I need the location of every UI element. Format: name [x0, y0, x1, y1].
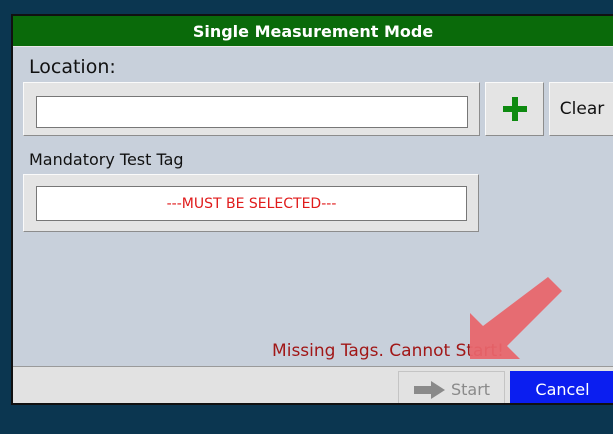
location-input[interactable] [36, 96, 468, 128]
test-tag-value: ---MUST BE SELECTED--- [166, 195, 337, 212]
add-location-button[interactable] [485, 82, 544, 136]
measurement-dialog: Single Measurement Mode Location: Clear … [11, 14, 613, 405]
dialog-title: Single Measurement Mode [13, 16, 613, 47]
footer-bar: Start Cancel [13, 366, 613, 403]
clear-button[interactable]: Clear [549, 82, 613, 136]
test-tag-label: Mandatory Test Tag [29, 150, 184, 169]
test-tag-selector[interactable]: ---MUST BE SELECTED--- [36, 186, 467, 221]
start-button-label: Start [450, 380, 491, 399]
status-message: Missing Tags. Cannot Start! [272, 341, 504, 361]
location-panel [23, 82, 480, 136]
cancel-button[interactable]: Cancel [510, 371, 613, 403]
arrow-right-icon [413, 380, 445, 399]
clear-button-label: Clear [559, 99, 605, 119]
test-tag-panel: ---MUST BE SELECTED--- [23, 174, 479, 232]
start-button[interactable]: Start [398, 371, 505, 403]
location-label: Location: [29, 56, 116, 78]
plus-icon [502, 97, 527, 121]
